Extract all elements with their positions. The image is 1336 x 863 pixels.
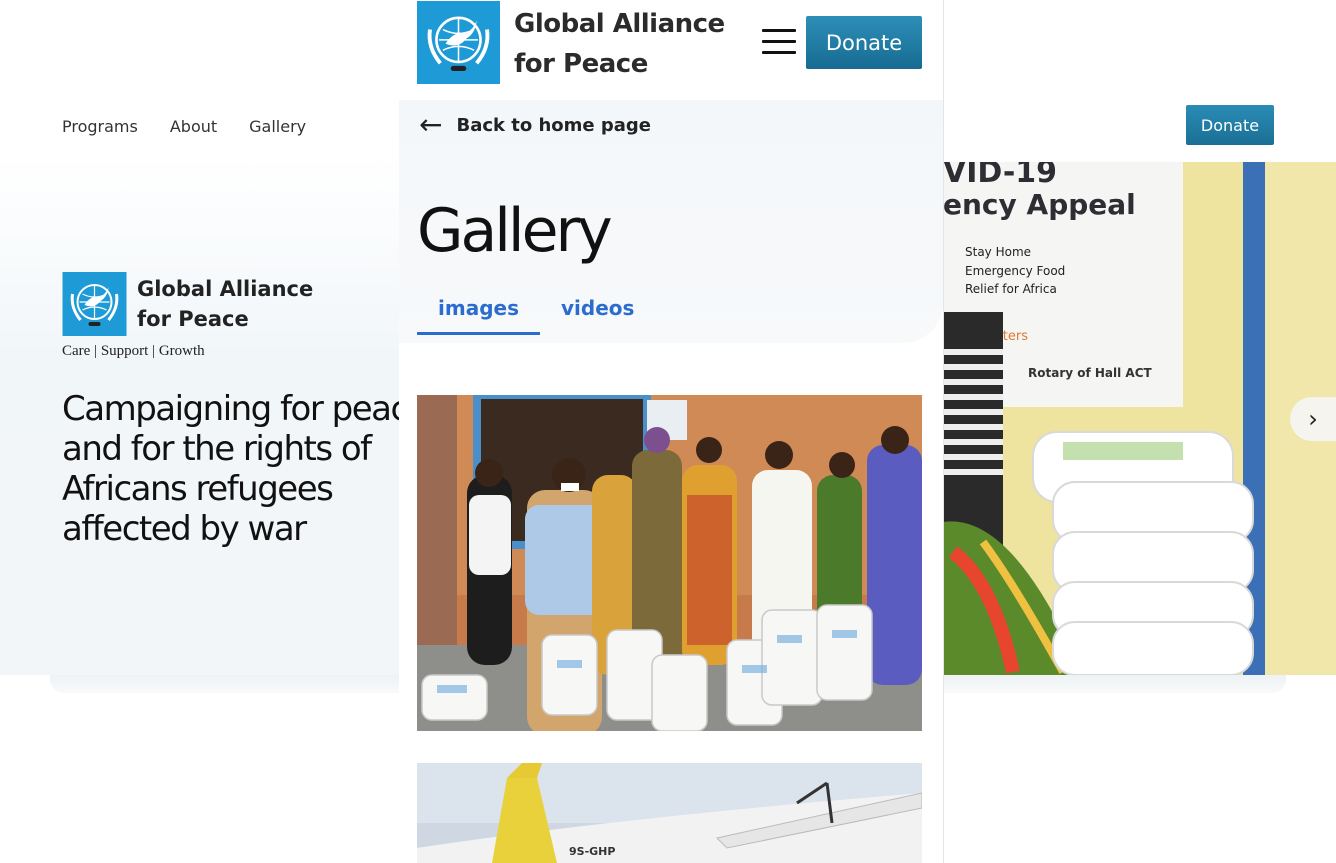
gallery-tabs: images videos [417,296,655,335]
sign-item-2: Emergency Food [965,264,1065,278]
covid-appeal-photo: VID-19 ency Appeal Stay Home Emergency F… [943,162,1336,675]
gallery-image[interactable] [417,395,922,731]
brand-name: Global Alliance for Peace [137,277,314,331]
page-title: Gallery [417,196,613,266]
main-nav: Programs About Gallery [62,117,306,136]
carousel-next-button[interactable]: › [1290,397,1336,441]
sign-title-1: VID-19 [943,162,1057,190]
sign-item-1: Stay Home [965,245,1031,259]
plane-registration: 9S-GHP [569,845,615,858]
nav-item-programs[interactable]: Programs [62,117,138,136]
chevron-right-icon: › [1308,405,1318,433]
donate-button[interactable]: Donate [1186,105,1274,145]
mobile-donate-button[interactable]: Donate [806,16,922,69]
gallery-image[interactable]: 9S-GHP [417,763,922,863]
sign-item-3: Relief for Africa [965,282,1057,296]
hero-photo: VID-19 ency Appeal Stay Home Emergency F… [943,162,1336,675]
back-link[interactable]: ← Back to home page [419,108,652,141]
back-label: Back to home page [456,114,652,136]
dove-logo-icon [62,272,127,336]
tab-images[interactable]: images [417,296,540,335]
sign-sponsor: Rotary of Hall ACT [1028,366,1153,380]
brand-logo[interactable]: Global Alliance for Peace [62,272,327,336]
airplane-photo: 9S-GHP [417,763,922,863]
mobile-header: Global Alliance for Peace Donate [399,0,943,100]
hamburger-icon[interactable] [762,29,796,55]
brand-tagline: Care | Support | Growth [62,343,205,359]
dove-logo-icon[interactable] [417,0,500,85]
mobile-brand-name[interactable]: Global Alliance for Peace [514,4,754,84]
arrow-left-icon: ← [419,108,443,141]
nav-item-gallery[interactable]: Gallery [249,117,306,136]
nav-item-about[interactable]: About [170,117,217,136]
mobile-viewport: Global Alliance for Peace Donate ← Back … [399,0,944,863]
food-distribution-photo [417,395,922,731]
sign-title-2: ency Appeal [943,188,1136,221]
tab-videos[interactable]: videos [540,296,655,335]
